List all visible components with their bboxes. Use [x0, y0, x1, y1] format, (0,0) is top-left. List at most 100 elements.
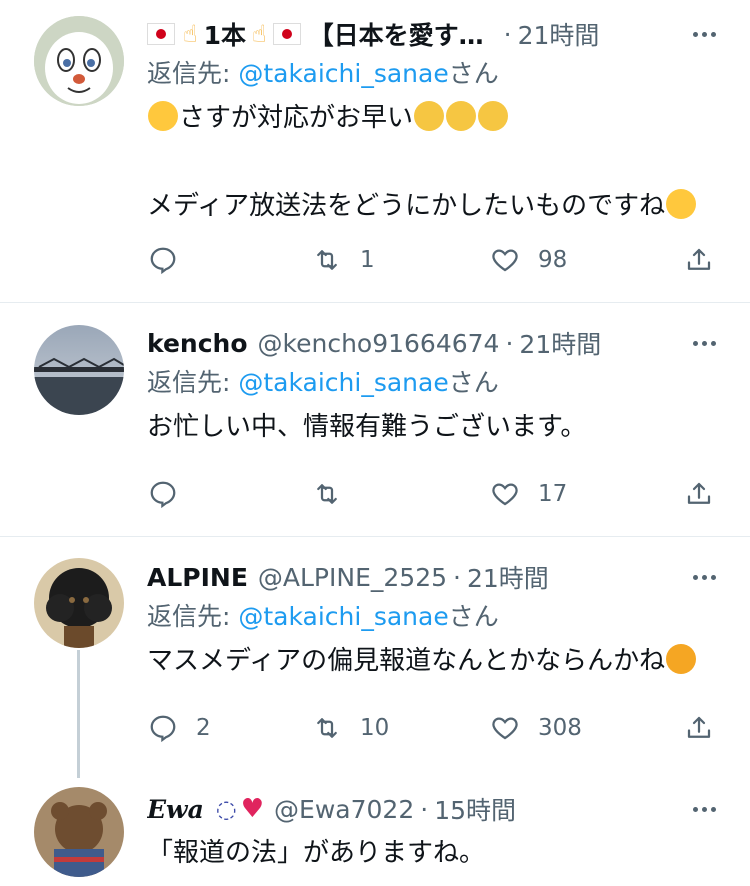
- like-button[interactable]: 308: [490, 708, 582, 748]
- teddy-bear-photo-avatar-icon: [34, 787, 124, 877]
- reply-icon: [150, 247, 176, 275]
- avatar[interactable]: [34, 787, 124, 877]
- share-icon: [687, 248, 711, 270]
- clapping-hands-icon: [478, 101, 509, 131]
- more-options-icon[interactable]: [686, 559, 722, 595]
- more-options-icon[interactable]: [686, 16, 722, 52]
- reply-prefix: 返信先:: [147, 368, 239, 397]
- action-bar: 2 10 308: [0, 708, 750, 748]
- separator-dot: ·: [453, 562, 461, 592]
- tweet-header: ALPINE @ALPINE_2525 · 21時間: [147, 557, 730, 597]
- tweet-header: ☝ 1本 ☝ 【日本を愛す… · 21時間: [147, 14, 730, 54]
- share-button[interactable]: [684, 708, 714, 748]
- tweet-text: マスメディアの偏見報道なんとかならんかね: [147, 639, 730, 683]
- smiling-face-icon: [148, 101, 178, 131]
- japan-flag-icon: [147, 23, 175, 45]
- avatar[interactable]: [34, 325, 124, 415]
- like-count: 17: [538, 481, 568, 507]
- retweet-button[interactable]: [312, 474, 360, 514]
- tweet-line: マスメディアの偏見報道なんとかならんかね: [147, 639, 730, 683]
- reply-button[interactable]: 2: [148, 708, 211, 748]
- heart-icon: [492, 249, 518, 272]
- reply-count: 2: [196, 715, 211, 741]
- separator-dot: ·: [503, 19, 512, 49]
- reply-prefix: 返信先:: [147, 59, 239, 88]
- timestamp[interactable]: 15時間: [434, 791, 516, 827]
- reply-icon: [150, 481, 176, 509]
- tweet-header: Ewa ◌ ♥ @Ewa7022 · 15時間: [147, 789, 730, 829]
- mention-link[interactable]: @takaichi_sanae: [238, 59, 448, 88]
- tweet-header: kencho @kencho91664674 · 21時間: [147, 323, 730, 363]
- like-button[interactable]: 17: [490, 474, 567, 514]
- retweet-icon: [317, 718, 337, 738]
- japan-flag-icon: [272, 23, 301, 45]
- heart-icon: [492, 483, 518, 506]
- reply-context: 返信先: @takaichi_sanaeさん: [147, 54, 730, 94]
- poodle-photo-avatar-icon: [34, 558, 124, 648]
- tweet-line: メディア放送法をどうにかしたいものですね: [147, 184, 730, 228]
- action-bar: 17: [0, 474, 750, 514]
- reply-suffix: さん: [448, 602, 499, 631]
- clapping-hands-icon: [446, 101, 477, 131]
- retweet-icon: [317, 484, 337, 504]
- user-handle[interactable]: @ALPINE_2525: [258, 563, 447, 592]
- pointing-finger-icon: ☝: [183, 20, 198, 48]
- separator-dot: ·: [420, 794, 429, 824]
- more-options-icon[interactable]: [686, 791, 722, 827]
- tweet-line-text: 「報道の法」がありますね。: [147, 838, 486, 868]
- like-count: 308: [538, 715, 582, 741]
- reply-button[interactable]: [148, 240, 196, 280]
- tweet-line: さすが対応がお早い: [147, 96, 730, 140]
- display-name[interactable]: kencho: [147, 329, 248, 358]
- share-icon: [687, 482, 711, 504]
- retweet-button[interactable]: 1: [312, 240, 375, 280]
- heart-icon: [492, 717, 518, 740]
- tweet-text: さすが対応がお早い メディア放送法をどうにかしたいものですね: [147, 96, 730, 228]
- user-handle[interactable]: @kencho91664674: [258, 329, 500, 358]
- share-button[interactable]: [684, 474, 714, 514]
- more-options-icon[interactable]: [686, 325, 722, 361]
- reply-icon: [150, 715, 176, 743]
- reply-prefix: 返信先:: [147, 602, 239, 631]
- prayer-beads-icon: ◌: [215, 795, 237, 823]
- mention-link[interactable]: @takaichi_sanae: [238, 602, 448, 631]
- retweet-count: 1: [360, 247, 375, 273]
- pointing-finger-icon: ☝: [252, 20, 267, 48]
- tweet-text: お忙しい中、情報有難うございます。: [147, 405, 730, 449]
- tweet-line-text: メディア放送法をどうにかしたいものですね: [147, 191, 666, 221]
- tweet[interactable]: kencho @kencho91664674 · 21時間 返信先: @taka…: [0, 303, 750, 536]
- tweet[interactable]: ☝ 1本 ☝ 【日本を愛す… · 21時間 返信先: @takaichi_san…: [0, 0, 750, 302]
- display-name-suffix[interactable]: 【日本を愛す…: [309, 16, 484, 52]
- reply-button[interactable]: [148, 474, 196, 514]
- reply-timeline: ☝ 1本 ☝ 【日本を愛す… · 21時間 返信先: @takaichi_san…: [0, 0, 750, 886]
- action-bar: 1 98: [0, 240, 750, 280]
- reply-suffix: さん: [448, 59, 499, 88]
- tweet[interactable]: ALPINE @ALPINE_2525 · 21時間 返信先: @takaich…: [0, 537, 750, 769]
- reply-context: 返信先: @takaichi_sanaeさん: [147, 597, 730, 637]
- timestamp[interactable]: 21時間: [467, 559, 549, 595]
- reply-context: 返信先: @takaichi_sanaeさん: [147, 363, 730, 403]
- red-heart-icon: ♥: [240, 794, 265, 824]
- reply-suffix: さん: [448, 368, 499, 397]
- avatar[interactable]: [34, 16, 124, 106]
- tweet-line-text: お忙しい中、情報有難うございます。: [147, 412, 587, 442]
- avatar[interactable]: [34, 558, 124, 648]
- share-button[interactable]: [684, 240, 714, 280]
- like-button[interactable]: 98: [490, 240, 567, 280]
- eye-roll-face-icon: [666, 189, 697, 219]
- display-name[interactable]: ALPINE: [147, 563, 248, 592]
- like-count: 98: [538, 247, 568, 273]
- timestamp[interactable]: 21時間: [518, 16, 600, 52]
- timestamp[interactable]: 21時間: [519, 325, 601, 361]
- cartoon-dog-avatar-icon: [34, 16, 124, 106]
- display-name[interactable]: 1本: [204, 16, 246, 52]
- tweet-line-text: さすが対応がお早い: [179, 103, 414, 133]
- separator-dot: ·: [505, 328, 514, 358]
- mention-link[interactable]: @takaichi_sanae: [238, 368, 448, 397]
- display-name[interactable]: Ewa: [147, 795, 204, 824]
- angry-face-icon: [666, 644, 697, 674]
- retweet-button[interactable]: 10: [312, 708, 389, 748]
- clapping-hands-icon: [414, 101, 445, 131]
- user-handle[interactable]: @Ewa7022: [274, 795, 414, 824]
- tweet[interactable]: Ewa ◌ ♥ @Ewa7022 · 15時間 「報道の法」がありますね。: [0, 769, 750, 886]
